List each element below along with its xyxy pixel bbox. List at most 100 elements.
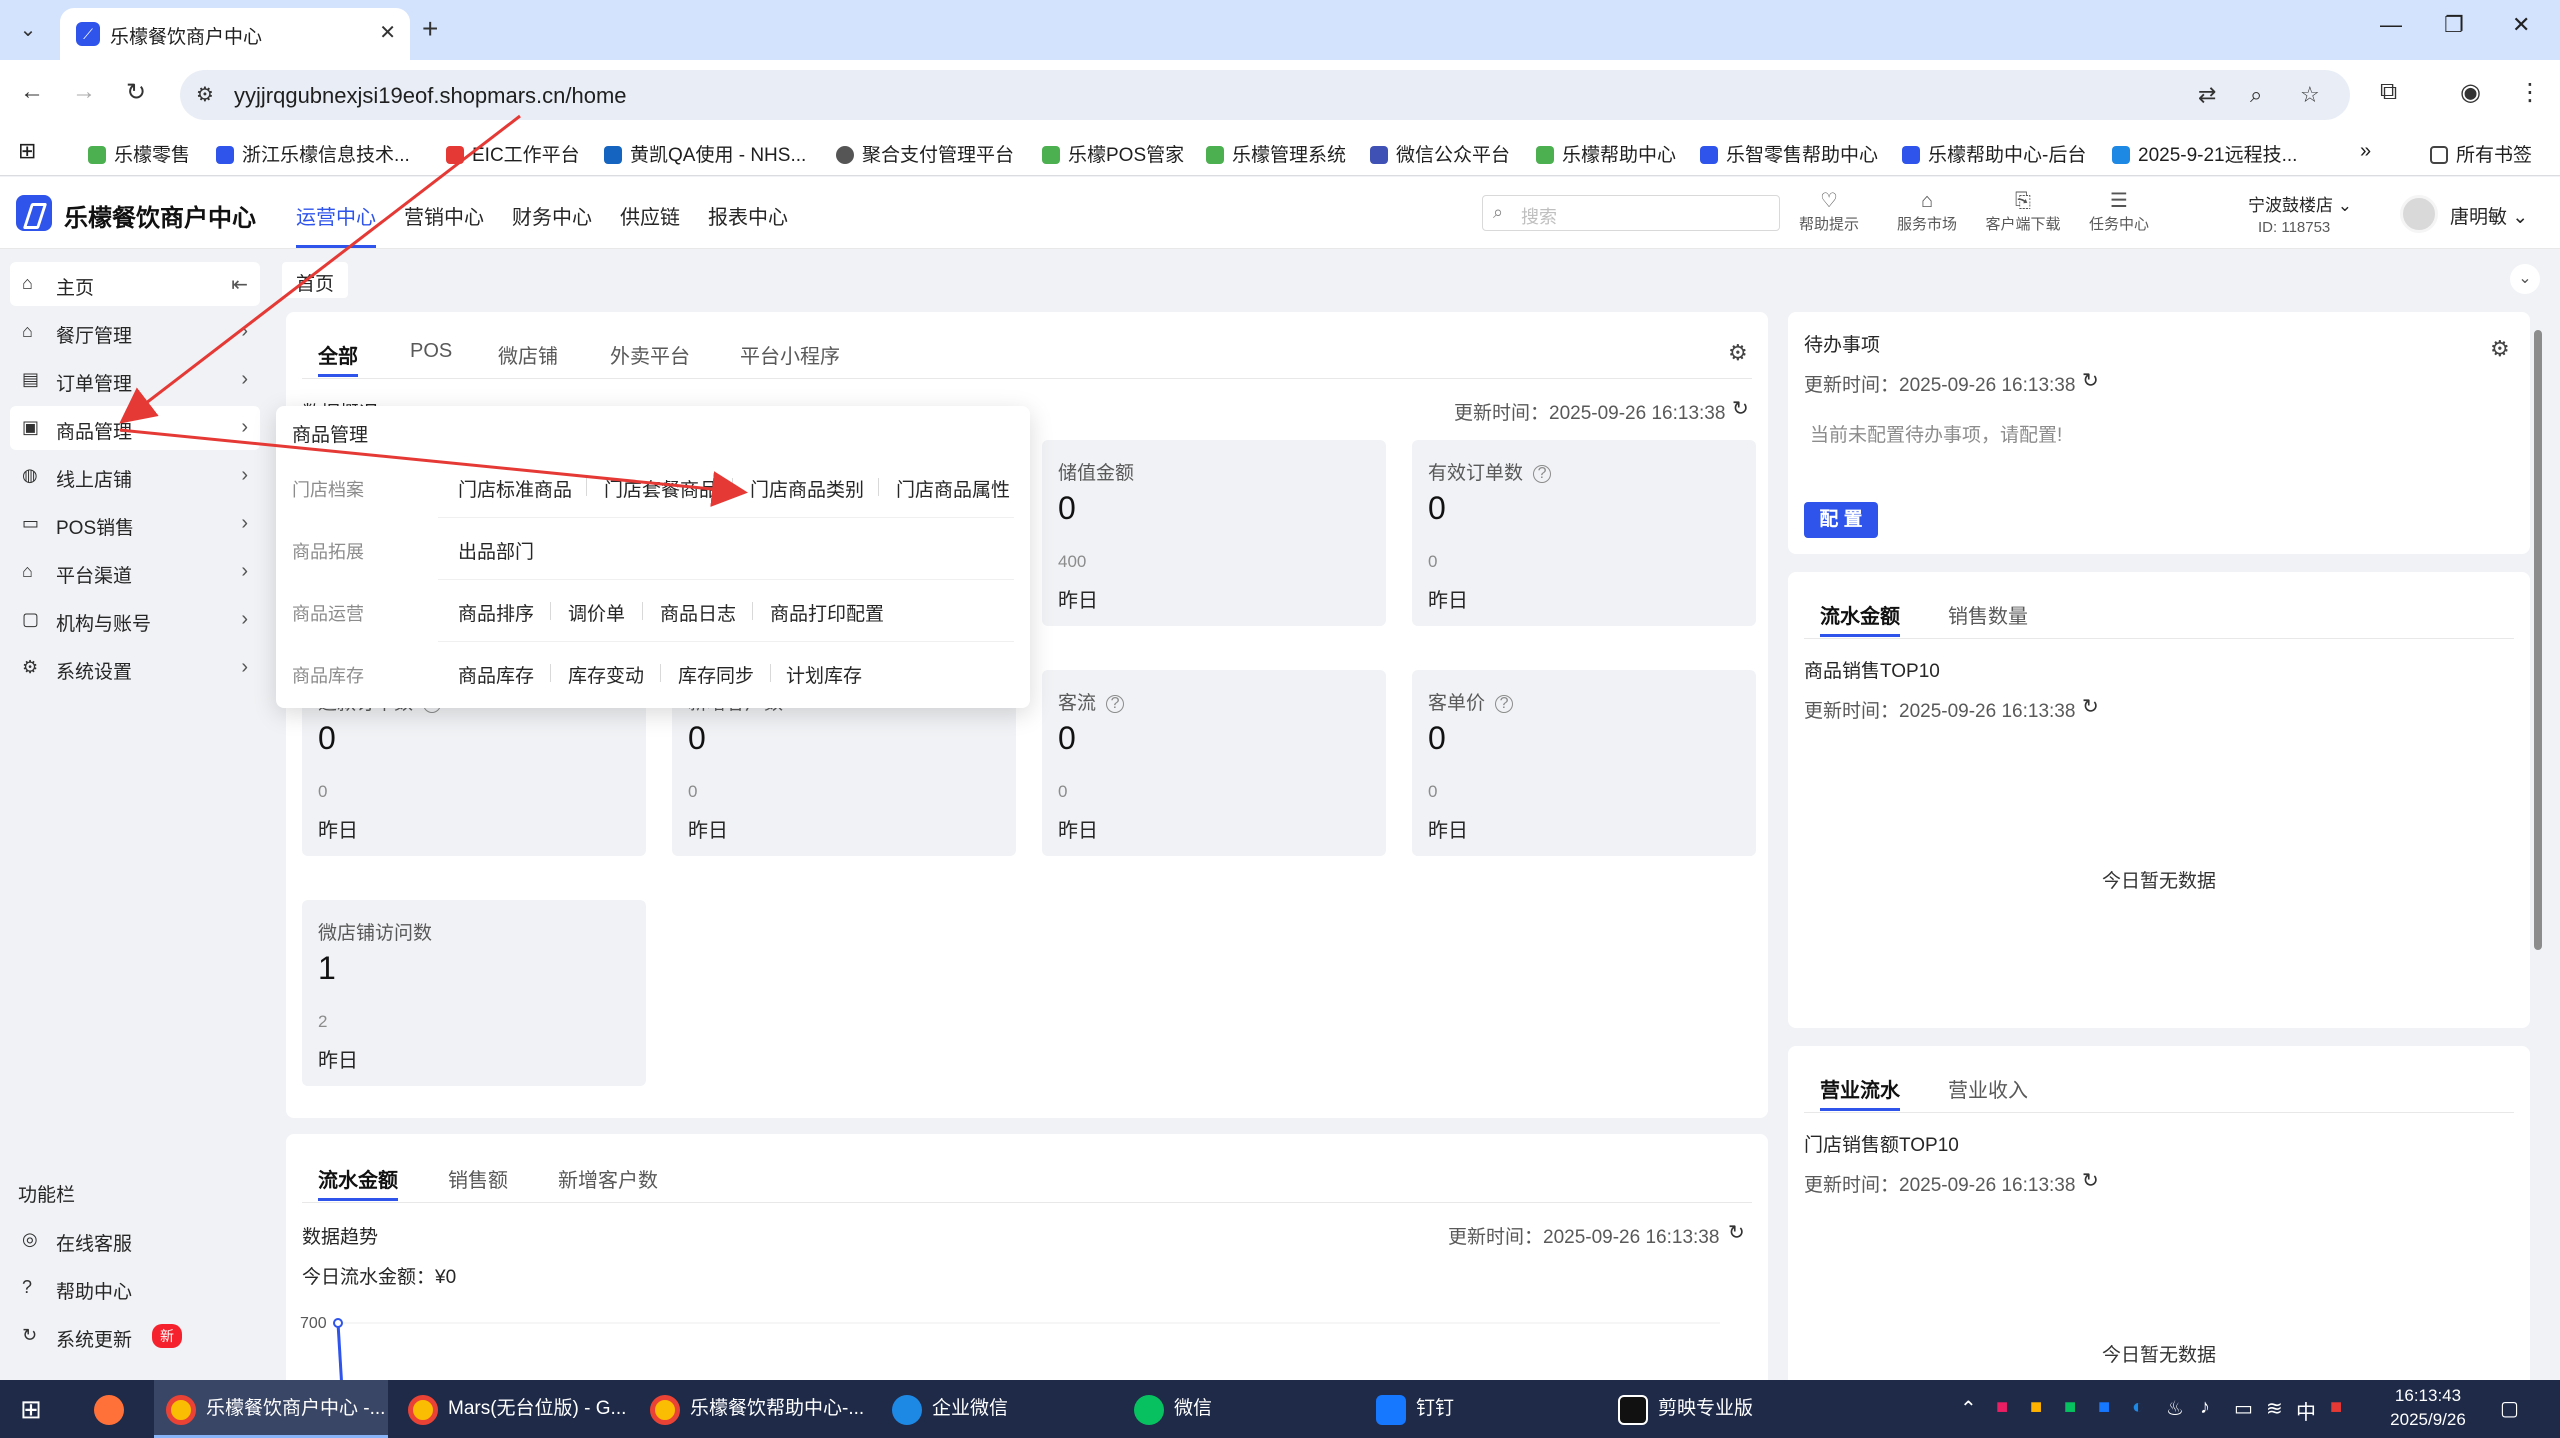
taskbar-app[interactable]: 乐檬餐饮商户中心 -... — [154, 1380, 388, 1438]
bookmark-item[interactable]: 乐檬帮助中心 — [1536, 140, 1676, 167]
page-scrollbar[interactable] — [2532, 320, 2544, 1380]
bookmark-star-icon[interactable]: ☆ — [2300, 82, 2320, 108]
link-stock-change[interactable]: 库存变动 — [568, 661, 644, 688]
link-store-combo-product[interactable]: 门店套餐商品 — [604, 475, 718, 502]
refresh-icon[interactable]: ↻ — [2082, 694, 2099, 719]
link-product-stock[interactable]: 商品库存 — [458, 661, 534, 688]
link-product-sort[interactable]: 商品排序 — [458, 599, 534, 626]
bookmark-item[interactable]: EIC工作平台 — [446, 140, 580, 167]
tray-sogou-icon[interactable]: ■ — [2330, 1396, 2342, 1419]
reload-icon[interactable]: ↻ — [126, 78, 146, 107]
translate-icon[interactable]: ⇄ — [2198, 82, 2216, 108]
menu-icon[interactable]: ⋮ — [2518, 78, 2542, 107]
nav-finance[interactable]: 财务中心 — [512, 201, 592, 230]
restore-icon[interactable]: ❐ — [2444, 12, 2464, 38]
tray-app-icon[interactable]: ■ — [1996, 1396, 2008, 1419]
nav-reports[interactable]: 报表中心 — [708, 201, 788, 230]
bookmark-item[interactable]: 微信公众平台 — [1370, 140, 1510, 167]
config-button[interactable]: 配 置 — [1804, 502, 1878, 538]
apps-grid-icon[interactable]: ⊞ — [18, 138, 36, 164]
tray-wechat-icon[interactable]: ■ — [2064, 1396, 2076, 1419]
close-window-icon[interactable]: ✕ — [2512, 12, 2530, 38]
link-product-log[interactable]: 商品日志 — [660, 599, 736, 626]
bookmark-item[interactable]: 黄凯QA使用 - NHS... — [604, 140, 806, 167]
link-store-product-category[interactable]: 门店商品类别 — [750, 475, 864, 502]
taskbar-app[interactable]: 乐檬餐饮帮助中心-... — [638, 1380, 872, 1438]
link-production-dept[interactable]: 出品部门 — [458, 537, 534, 564]
user-menu[interactable]: 唐明敏 ⌄ — [2450, 202, 2528, 229]
tab-sales-amount[interactable]: 销售额 — [448, 1164, 508, 1193]
tab-business-flow[interactable]: 营业流水 — [1820, 1074, 1900, 1111]
bookmark-item[interactable]: 乐檬帮助中心-后台 — [1902, 140, 2086, 167]
omnibox[interactable]: ⚙ yyjjrqgubnexjsi19eof.shopmars.cn/home … — [180, 70, 2350, 120]
online-service-link[interactable]: ◎ 在线客服 — [10, 1218, 260, 1262]
help-icon[interactable]: ? — [1533, 465, 1552, 483]
more-bookmarks-icon[interactable]: » — [2360, 140, 2371, 163]
sidebar-item-platform-channel[interactable]: ⌂ 平台渠道 › — [10, 550, 260, 594]
sidebar-item-system-settings[interactable]: ⚙ 系统设置 › — [10, 646, 260, 690]
tray-dingtalk-icon[interactable]: ■ — [2098, 1396, 2110, 1419]
extensions-icon[interactable]: ⧉ — [2380, 78, 2397, 106]
taskbar-app[interactable]: 钉钉 — [1364, 1380, 1598, 1438]
tab-flow-amount[interactable]: 流水金额 — [318, 1164, 398, 1201]
taskbar-app[interactable]: 剪映专业版 — [1606, 1380, 1840, 1438]
windows-start-icon[interactable]: ⊞ — [20, 1394, 42, 1425]
refresh-icon[interactable]: ↻ — [2082, 368, 2099, 393]
nav-operations[interactable]: 运营中心 — [296, 201, 376, 248]
service-market-button[interactable]: ⌂ 服务市场 — [1882, 189, 1972, 234]
settings-gear-icon[interactable]: ⚙ — [1728, 340, 1748, 366]
bookmark-item[interactable]: 乐檬POS管家 — [1042, 140, 1184, 167]
refresh-icon[interactable]: ↻ — [1728, 1220, 1745, 1245]
notification-icon[interactable]: ▢ — [2500, 1396, 2519, 1421]
bookmark-item[interactable]: 2025-9-21远程技... — [2112, 140, 2297, 167]
taskbar-clock[interactable]: 16:13:43 2025/9/26 — [2368, 1384, 2488, 1432]
refresh-icon[interactable]: ↻ — [2082, 1168, 2099, 1193]
tab-search-button[interactable]: ⌄ — [12, 14, 44, 46]
volume-icon[interactable]: ♪ — [2200, 1396, 2210, 1419]
link-price-adjust[interactable]: 调价单 — [568, 599, 625, 626]
browser-tab-active[interactable]: ⟋ 乐檬餐饮商户中心 ✕ — [60, 8, 410, 60]
help-icon[interactable]: ? — [1106, 695, 1125, 713]
nav-marketing[interactable]: 营销中心 — [404, 201, 484, 230]
refresh-icon[interactable]: ↻ — [1732, 396, 1749, 421]
bookmark-item[interactable]: 浙江乐檬信息技术... — [216, 140, 410, 167]
bookmark-item[interactable]: 乐檬管理系统 — [1206, 140, 1346, 167]
tab-pos[interactable]: POS — [410, 340, 452, 363]
all-bookmarks[interactable]: 所有书签 — [2430, 140, 2532, 167]
client-download-button[interactable]: ⎘ 客户端下载 — [1978, 189, 2068, 234]
tab-mini-program[interactable]: 平台小程序 — [740, 340, 840, 369]
bookmark-item[interactable]: 聚合支付管理平台 — [836, 140, 1014, 167]
tray-app-icon[interactable]: ■ — [2030, 1396, 2042, 1419]
tab-close-icon[interactable]: ✕ — [379, 20, 396, 45]
zoom-icon[interactable]: ⌕ — [2250, 82, 2262, 108]
sidebar-item-home[interactable]: ⌂ 主页 ⇤ — [10, 262, 260, 306]
sidebar-item-org-account[interactable]: ▢ 机构与账号 › — [10, 598, 260, 642]
forward-icon[interactable]: → — [72, 78, 96, 106]
scrollbar-thumb[interactable] — [2534, 330, 2542, 950]
settings-gear-icon[interactable]: ⚙ — [2490, 336, 2510, 362]
sidebar-item-pos-sales[interactable]: ▭ POS销售 › — [10, 502, 260, 546]
battery-icon[interactable]: ▭ — [2234, 1396, 2253, 1421]
bookmark-item[interactable]: 乐檬零售 — [88, 140, 190, 167]
link-stock-sync[interactable]: 库存同步 — [678, 661, 754, 688]
sidebar-item-products[interactable]: ▣ 商品管理 › — [10, 406, 260, 450]
link-planned-stock[interactable]: 计划库存 — [786, 661, 862, 688]
ime-indicator[interactable]: 中 — [2296, 1396, 2316, 1425]
tab-business-income[interactable]: 营业收入 — [1948, 1074, 2028, 1103]
tray-food-icon[interactable]: ♨ — [2166, 1396, 2184, 1421]
collapse-sidebar-icon[interactable]: ⇤ — [231, 272, 248, 297]
nav-supply-chain[interactable]: 供应链 — [620, 201, 680, 230]
tab-flow-amount[interactable]: 流水金额 — [1820, 600, 1900, 637]
task-center-button[interactable]: ☰ 任务中心 — [2074, 189, 2164, 234]
help-icon[interactable]: ? — [1495, 695, 1514, 713]
tab-delivery[interactable]: 外卖平台 — [610, 340, 690, 369]
site-info-icon[interactable]: ⚙ — [196, 82, 214, 107]
taskbar-app[interactable]: 微信 — [1122, 1380, 1356, 1438]
help-center-link[interactable]: ? 帮助中心 — [10, 1266, 260, 1310]
tab-sales-qty[interactable]: 销售数量 — [1948, 600, 2028, 629]
breadcrumb[interactable]: 首页 — [282, 262, 349, 298]
sidebar-item-online-store[interactable]: ◍ 线上店铺 › — [10, 454, 260, 498]
tab-microstore[interactable]: 微店铺 — [498, 340, 558, 369]
sidebar-item-restaurant[interactable]: ⌂ 餐厅管理 › — [10, 310, 260, 354]
tab-new-customers[interactable]: 新增客户数 — [558, 1164, 658, 1193]
